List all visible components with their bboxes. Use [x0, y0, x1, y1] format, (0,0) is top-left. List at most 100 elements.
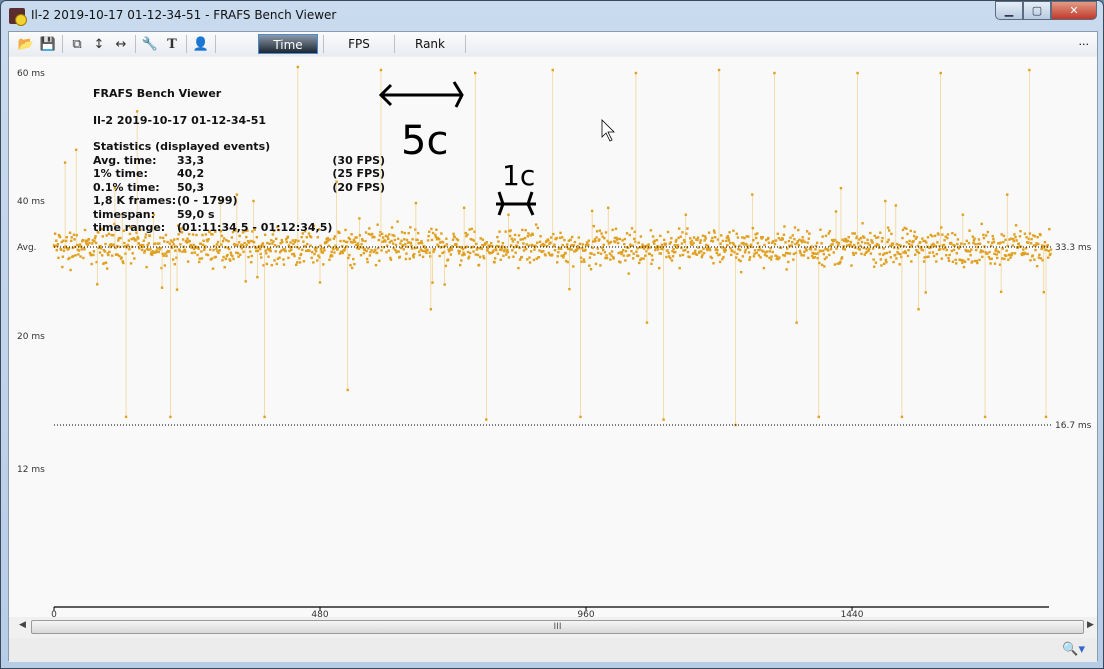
maximize-button[interactable]: ▢ [1023, 1, 1051, 20]
data-point [410, 247, 414, 250]
open-folder-icon[interactable]: 📂 [15, 34, 37, 54]
data-point [940, 226, 943, 229]
data-point [670, 259, 674, 262]
data-point [351, 241, 354, 244]
scroll-left-arrow[interactable]: ◀ [19, 620, 26, 630]
data-point [438, 254, 441, 258]
data-point [948, 253, 951, 257]
data-point [617, 251, 620, 255]
data-point [786, 247, 789, 250]
data-point [259, 252, 262, 256]
data-point [413, 252, 416, 256]
scroll-grip[interactable]: III [554, 622, 562, 632]
data-point [628, 233, 632, 237]
data-point [1011, 244, 1014, 247]
data-point [686, 227, 689, 230]
data-point [98, 251, 102, 254]
wrench-icon[interactable]: 🔧 [139, 34, 161, 54]
data-point [781, 238, 784, 241]
data-point [662, 418, 665, 421]
copy-icon[interactable]: ⧉ [66, 34, 88, 54]
stats-cell: 50,3 [177, 180, 205, 194]
data-point [137, 242, 140, 245]
data-point [791, 234, 794, 237]
close-button[interactable]: ✕ [1051, 1, 1097, 20]
scroll-right-arrow[interactable]: ▶ [1087, 620, 1094, 630]
data-point [988, 250, 991, 254]
vertical-scale-icon[interactable]: ↕ [88, 34, 110, 54]
data-point [768, 250, 772, 253]
user-search-icon[interactable]: 👤 [190, 34, 212, 54]
data-point [353, 240, 357, 243]
data-point [981, 255, 984, 259]
data-point [365, 249, 368, 253]
data-point [891, 242, 895, 245]
data-point [570, 248, 573, 251]
data-point [305, 236, 308, 239]
data-point [186, 260, 190, 263]
data-point [940, 257, 944, 260]
toolbar-overflow-button[interactable]: ... [1079, 35, 1090, 48]
data-point [978, 258, 981, 262]
data-point [605, 256, 609, 260]
data-point [622, 254, 625, 257]
data-point [638, 261, 641, 265]
horizontal-scrollbar[interactable]: III [31, 620, 1084, 634]
data-point [879, 231, 882, 234]
data-point [759, 256, 762, 259]
data-point [815, 241, 819, 245]
data-point [249, 239, 252, 243]
data-point [797, 228, 800, 232]
data-point [248, 250, 252, 253]
text-icon[interactable]: T [161, 34, 183, 54]
data-point [452, 232, 455, 236]
stats-cell: 0.1% time: [93, 180, 160, 194]
x-tick-label: 1440 [841, 610, 864, 617]
data-point [145, 265, 148, 269]
data-point [416, 231, 420, 235]
data-point [416, 238, 419, 242]
tab-rank[interactable]: Rank [400, 34, 460, 54]
tab-time[interactable]: Time [258, 34, 318, 54]
data-point [666, 249, 669, 252]
stats-heading: Statistics (displayed events) [93, 140, 271, 153]
data-point [707, 231, 711, 234]
stats-cell: 33,3 [177, 153, 205, 167]
data-point [459, 263, 462, 267]
data-point [245, 235, 248, 239]
data-point [311, 250, 314, 254]
data-point [418, 250, 421, 253]
data-point [560, 236, 564, 239]
minimize-button[interactable]: ▁ [995, 1, 1023, 20]
data-point [890, 232, 893, 236]
tab-fps[interactable]: FPS [329, 34, 389, 54]
save-icon[interactable]: 💾 [37, 34, 59, 54]
data-point [412, 256, 415, 259]
data-point [809, 248, 813, 251]
data-point [173, 238, 176, 241]
data-point [800, 254, 803, 257]
horizontal-scale-icon[interactable]: ↔ [110, 34, 132, 54]
data-point [1049, 248, 1053, 251]
data-point [675, 238, 678, 242]
data-point [885, 260, 888, 264]
data-point [355, 236, 358, 239]
data-point [401, 244, 405, 247]
data-point [91, 242, 94, 245]
data-point [123, 241, 126, 245]
data-point [522, 242, 525, 245]
data-point [87, 237, 91, 241]
stats-cell: (01:11:34,5 - 01:12:34,5) [177, 221, 333, 234]
data-point [273, 244, 277, 247]
data-point [281, 240, 284, 244]
stats-cell: time range: [93, 221, 166, 234]
data-point [577, 236, 581, 239]
data-point [674, 250, 677, 254]
frame-time-chart[interactable]: 60 ms 40 ms 20 ms 12 ms Avg. 33.3 ms 16.7 ms 0 4… [9, 57, 1097, 620]
data-point [598, 238, 601, 241]
zoom-icon[interactable]: 🔍▾ [1062, 642, 1085, 657]
data-point [529, 250, 533, 253]
data-point [222, 237, 226, 240]
data-point [461, 247, 465, 251]
data-point [287, 256, 290, 260]
